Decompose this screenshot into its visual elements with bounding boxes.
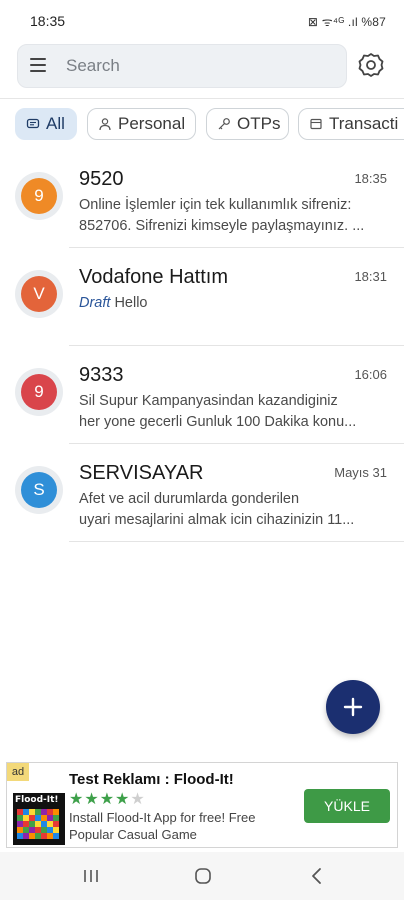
draft-label: Draft <box>79 295 111 311</box>
chip-label: Personal <box>118 114 186 133</box>
search-bar[interactable]: Search <box>17 44 347 88</box>
new-message-button[interactable] <box>326 680 380 734</box>
chip-all[interactable]: All <box>15 108 77 140</box>
sender-name: 9520 <box>79 168 124 190</box>
message-preview: Afet ve acil durumlarda gonderilen uyari… <box>79 491 355 528</box>
avatar: S <box>21 472 57 508</box>
conversation-item[interactable]: 9 9520 18:35 Online İşlemler için tek ku… <box>0 150 404 248</box>
ad-title: Test Reklamı : Flood-It! <box>69 771 234 788</box>
conversation-item[interactable]: S SERVISAYAR Mayıs 31 Afet ve acil durum… <box>0 444 404 542</box>
status-icons: ⊠ ᯤ⁴ᴳ .ıl %87 <box>307 15 386 29</box>
search-input[interactable]: Search <box>66 56 120 76</box>
key-icon <box>218 118 230 130</box>
chip-transactions[interactable]: Transacti <box>298 108 404 140</box>
ad-banner[interactable]: ad Flood-It! Test Reklamı : Flood-It! ★★… <box>6 762 398 848</box>
chip-label: OTPs <box>237 114 281 133</box>
rating-stars: ★★★★★ <box>69 791 146 808</box>
menu-icon[interactable] <box>30 58 46 72</box>
sender-name: Vodafone Hattım <box>79 266 228 288</box>
message-time: Mayıs 31 <box>334 465 387 480</box>
chip-label: All <box>46 114 65 133</box>
receipt-icon <box>310 118 322 130</box>
message-time: 16:06 <box>354 367 387 382</box>
chip-label: Transacti <box>329 114 399 133</box>
header-divider <box>0 98 404 99</box>
status-time: 18:35 <box>30 13 66 29</box>
status-bar: 18:35 ⊠ ᯤ⁴ᴳ .ıl %87 <box>0 0 404 40</box>
avatar: 9 <box>21 178 57 214</box>
filter-chips: All Personal OTPs Transacti <box>0 108 404 144</box>
message-time: 18:35 <box>354 171 387 186</box>
message-time: 18:31 <box>354 269 387 284</box>
message-preview: Online İşlemler için tek kullanımlık sif… <box>79 197 365 234</box>
recents-button[interactable] <box>77 864 105 888</box>
message-preview: Draft Hello <box>79 295 148 311</box>
plus-icon <box>343 697 363 717</box>
avatar: V <box>21 276 57 312</box>
app-logo-text: Flood-It! <box>15 795 59 805</box>
message-preview: Sil Supur Kampanyasindan kazandiginiz he… <box>79 393 357 430</box>
conversation-item[interactable]: V Vodafone Hattım 18:31 Draft Hello <box>0 248 404 346</box>
avatar: 9 <box>21 374 57 410</box>
install-button[interactable]: YÜKLE <box>304 789 390 823</box>
back-icon <box>312 868 321 884</box>
ad-badge: ad <box>7 763 29 781</box>
sender-name: 9333 <box>79 364 124 386</box>
chip-otps[interactable]: OTPs <box>206 108 289 140</box>
recents-icon <box>84 870 98 882</box>
conversation-item[interactable]: 9 9333 16:06 Sil Supur Kampanyasindan ka… <box>0 346 404 444</box>
sender-name: SERVISAYAR <box>79 462 204 484</box>
chip-personal[interactable]: Personal <box>87 108 196 140</box>
ad-description: Install Flood-It App for free! Free Popu… <box>69 810 256 842</box>
system-nav-bar <box>0 852 404 900</box>
app-logo: Flood-It! <box>13 793 65 845</box>
settings-button[interactable] <box>356 50 386 80</box>
home-button[interactable] <box>189 864 217 888</box>
gear-icon <box>358 53 384 77</box>
message-icon <box>26 118 40 129</box>
home-icon <box>195 868 211 884</box>
person-icon <box>99 118 111 131</box>
back-button[interactable] <box>303 864 331 888</box>
